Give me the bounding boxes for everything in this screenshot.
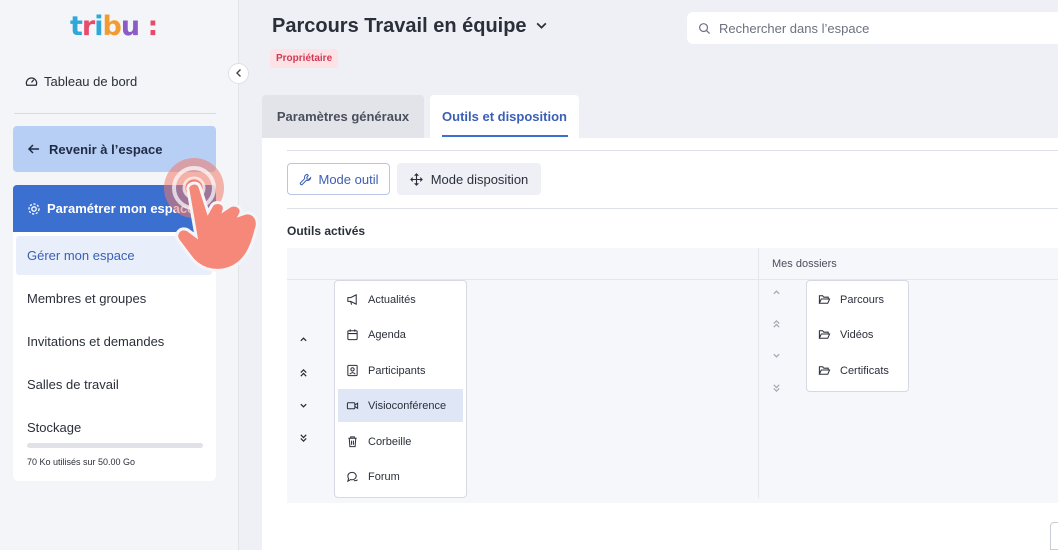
tools-layout-table: Mes dossiers Actualités Agenda Participa… bbox=[287, 248, 1058, 503]
list-item-folder[interactable]: Certificats bbox=[810, 354, 905, 387]
mode-layout-button[interactable]: Mode disposition bbox=[397, 163, 541, 195]
mode-tool-label: Mode outil bbox=[318, 171, 379, 187]
submenu-item-rooms[interactable]: Salles de travail bbox=[27, 377, 119, 392]
double-chevron-up-icon bbox=[772, 319, 781, 332]
arrow-left-icon bbox=[27, 142, 41, 156]
trash-icon bbox=[345, 435, 359, 449]
list-item-label: Actualités bbox=[368, 293, 416, 306]
chevron-down-icon bbox=[299, 401, 308, 413]
settings-submenu: Gérer mon espace Membres et groupes Invi… bbox=[13, 232, 216, 481]
double-chevron-up-icon bbox=[299, 368, 308, 381]
column-divider bbox=[758, 248, 759, 498]
chevron-up-icon bbox=[299, 335, 308, 347]
list-item-label: Agenda bbox=[368, 328, 406, 341]
move-down-button[interactable] bbox=[288, 393, 318, 421]
active-tools-list: Actualités Agenda Participants Visioconf… bbox=[334, 280, 467, 498]
move-arrows-icon bbox=[410, 172, 424, 186]
list-item-news[interactable]: Actualités bbox=[338, 283, 463, 316]
list-item-folder[interactable]: Vidéos bbox=[810, 318, 905, 351]
list-item-label: Visioconférence bbox=[368, 399, 447, 412]
sidebar: tribu : Tableau de bord Revenir à l’espa… bbox=[0, 0, 239, 550]
space-title-dropdown[interactable]: Parcours Travail en équipe bbox=[272, 15, 548, 38]
list-item-label: Parcours bbox=[840, 293, 885, 306]
search-icon bbox=[697, 21, 711, 35]
chevron-down-icon bbox=[772, 351, 781, 363]
gear-icon bbox=[27, 202, 41, 216]
list-item-label: Vidéos bbox=[840, 328, 874, 341]
double-chevron-down-icon bbox=[772, 383, 781, 396]
dashboard-gauge-icon bbox=[24, 75, 38, 89]
list-item-trash[interactable]: Corbeille bbox=[338, 425, 463, 458]
mode-tool-button[interactable]: Mode outil bbox=[287, 163, 390, 195]
chevron-up-icon bbox=[772, 288, 781, 300]
list-item-label: Forum bbox=[368, 470, 400, 483]
double-chevron-down-icon bbox=[299, 433, 308, 446]
submenu-item-members[interactable]: Membres et groupes bbox=[27, 291, 146, 306]
sidebar-item-dashboard[interactable]: Tableau de bord bbox=[24, 74, 137, 89]
video-camera-icon bbox=[345, 399, 359, 413]
active-tab-indicator bbox=[442, 135, 568, 137]
folder-move-bottom-button[interactable] bbox=[761, 375, 791, 403]
list-item-videoconference[interactable]: Visioconférence bbox=[338, 389, 463, 422]
tab-tools-layout[interactable]: Outils et disposition bbox=[430, 95, 579, 138]
wrench-icon bbox=[299, 172, 313, 186]
configure-space-button[interactable]: Paramétrer mon espace bbox=[13, 185, 216, 232]
back-to-space-label: Revenir à l’espace bbox=[49, 141, 163, 157]
submenu-item-manage[interactable]: Gérer mon espace bbox=[16, 236, 212, 275]
storage-progress-bar bbox=[27, 443, 203, 448]
submenu-item-storage[interactable]: Stockage bbox=[27, 420, 81, 435]
folders-column-header: Mes dossiers bbox=[772, 258, 837, 270]
tribu-logo[interactable]: tribu : bbox=[70, 13, 160, 40]
folder-open-icon bbox=[817, 364, 831, 378]
list-item-calendar[interactable]: Agenda bbox=[338, 318, 463, 351]
list-item-label: Certificats bbox=[840, 364, 889, 377]
owner-badge: Propriétaire bbox=[270, 49, 339, 68]
page-title: Parcours Travail en équipe bbox=[272, 15, 527, 37]
list-item-label: Corbeille bbox=[368, 435, 412, 448]
list-item-participants[interactable]: Participants bbox=[338, 354, 463, 387]
megaphone-icon bbox=[345, 293, 359, 307]
list-item-folder[interactable]: Parcours bbox=[810, 283, 905, 316]
sidebar-divider bbox=[14, 113, 216, 114]
collapse-sidebar-button[interactable] bbox=[228, 63, 249, 84]
folders-list: Parcours Vidéos Certificats bbox=[806, 280, 909, 392]
contact-card-icon bbox=[345, 364, 359, 378]
move-up-button[interactable] bbox=[288, 327, 318, 355]
folder-move-top-button[interactable] bbox=[761, 311, 791, 339]
search-input[interactable]: Rechercher dans l’espace bbox=[687, 12, 1058, 44]
tools-layout-panel: Mode outil Mode disposition Outils activ… bbox=[262, 138, 1058, 550]
configure-space-label: Paramétrer mon espace bbox=[47, 201, 195, 216]
scroll-handle[interactable] bbox=[1050, 522, 1058, 550]
folder-open-icon bbox=[817, 293, 831, 307]
mode-layout-label: Mode disposition bbox=[430, 171, 529, 187]
panel-divider bbox=[287, 150, 1058, 151]
back-to-space-button[interactable]: Revenir à l’espace bbox=[13, 126, 216, 172]
move-bottom-button[interactable] bbox=[288, 425, 318, 453]
active-tools-heading: Outils activés bbox=[287, 224, 366, 238]
chevron-down-icon bbox=[535, 15, 548, 38]
search-placeholder: Rechercher dans l’espace bbox=[719, 20, 870, 36]
storage-usage-text: 70 Ko utilisés sur 50.00 Go bbox=[27, 457, 136, 467]
chevron-left-icon bbox=[234, 67, 244, 81]
move-top-button[interactable] bbox=[288, 360, 318, 388]
submenu-item-invitations[interactable]: Invitations et demandes bbox=[27, 334, 164, 349]
folder-move-down-button[interactable] bbox=[761, 343, 791, 371]
tab-general-settings[interactable]: Paramètres généraux bbox=[262, 95, 424, 138]
list-item-label: Participants bbox=[368, 364, 426, 377]
list-item-forum[interactable]: Forum bbox=[338, 460, 463, 493]
folder-move-up-button[interactable] bbox=[761, 280, 791, 308]
panel-divider bbox=[287, 208, 1058, 209]
dashboard-label: Tableau de bord bbox=[44, 74, 138, 89]
chat-bubbles-icon bbox=[345, 470, 359, 484]
calendar-icon bbox=[345, 328, 359, 342]
folder-open-icon bbox=[817, 328, 831, 342]
